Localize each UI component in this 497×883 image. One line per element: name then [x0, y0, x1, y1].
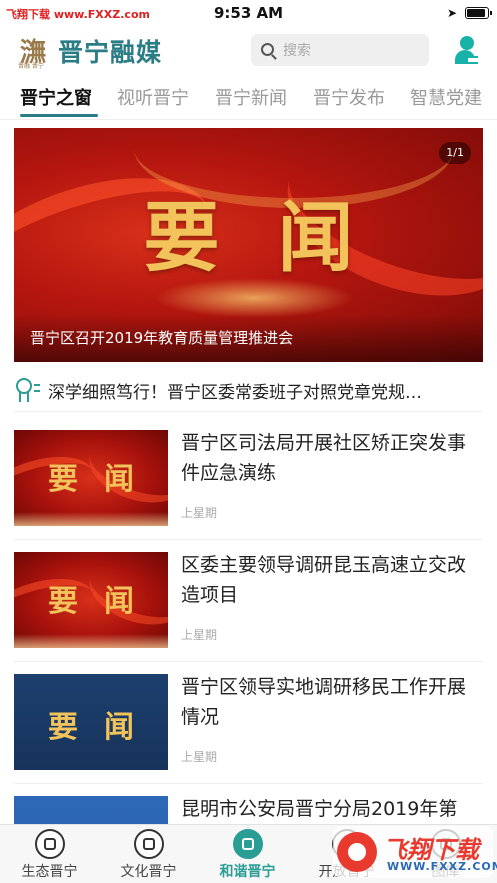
- banner-counter: 1/1: [439, 142, 471, 164]
- banner-title: 要闻: [143, 193, 412, 282]
- app-name: 晋宁融媒: [58, 38, 163, 67]
- watermark-logo-icon: [337, 832, 377, 872]
- tab-party-building[interactable]: 智慧党建: [410, 84, 482, 110]
- news-title: 晋宁区领导实地调研移民工作开展情况: [181, 676, 467, 728]
- app-header: 㶃 晋融 晋宁 晋宁融媒 搜索: [0, 26, 497, 76]
- headline-text: 深学细照笃行！晋宁区委常委班子对照党章党规…: [48, 383, 422, 403]
- nav-harmony[interactable]: 和谐晋宁: [198, 829, 297, 881]
- search-placeholder: 搜索: [283, 43, 311, 59]
- news-thumbnail: 要闻: [14, 674, 168, 770]
- banner-carousel[interactable]: 要闻 1/1 晋宁区召开2019年教育质量管理推进会: [14, 128, 483, 362]
- news-item[interactable]: 要闻 晋宁区领导实地调研移民工作开展情况 上星期: [14, 662, 483, 784]
- tab-news[interactable]: 晋宁新闻: [215, 84, 287, 110]
- battery-icon: [465, 7, 492, 19]
- news-thumbnail: 要闻: [14, 430, 168, 526]
- search-icon: [261, 43, 274, 56]
- nav-label: 文化晋宁: [120, 864, 177, 880]
- thumbnail-text: 要闻: [48, 462, 160, 497]
- search-input[interactable]: 搜索: [251, 34, 429, 66]
- logo-icon: 㶃 晋融 晋宁: [18, 32, 52, 70]
- tab-jinning-window[interactable]: 晋宁之窗: [20, 84, 92, 110]
- news-title: 昆明市公安局晋宁分局2019年第: [181, 798, 458, 820]
- logo-sub-text: 晋融 晋宁: [18, 63, 44, 70]
- tab-release[interactable]: 晋宁发布: [313, 84, 385, 110]
- thumbnail-text: 要闻: [48, 584, 160, 619]
- nav-label: 和谐晋宁: [219, 864, 276, 880]
- nav-label: 生态晋宁: [21, 864, 78, 880]
- nav-culture[interactable]: 文化晋宁: [99, 829, 198, 881]
- status-time: 9:53 AM: [213, 4, 284, 22]
- status-bar: 飞翔下载 www.FXXZ.com 9:53 AM ➤: [0, 0, 497, 26]
- nav-ecology[interactable]: 生态晋宁: [0, 829, 99, 881]
- news-time: 上星期: [181, 506, 218, 520]
- channel-tabs: 晋宁之窗 视听晋宁 晋宁新闻 晋宁发布 智慧党建: [0, 76, 497, 120]
- banner-caption: 晋宁区召开2019年教育质量管理推进会: [30, 329, 294, 347]
- ecology-icon: [34, 829, 65, 859]
- watermark-badge: 飞翔下载 WWW.FXXZ.COM: [333, 826, 497, 878]
- culture-icon: [133, 829, 164, 859]
- active-tab-indicator: [20, 114, 98, 117]
- headline-item[interactable]: 深学细照笃行！晋宁区委常委班子对照党章党规…: [14, 372, 483, 412]
- news-time: 上星期: [181, 628, 218, 642]
- watermark-url: WWW.FXXZ.COM: [387, 860, 497, 873]
- news-item[interactable]: 要闻 区委主要领导调研昆玉高速立交改造项目 上星期: [14, 540, 483, 662]
- news-title: 晋宁区司法局开展社区矫正突发事件应急演练: [181, 432, 467, 484]
- harmony-icon: [232, 829, 263, 859]
- news-title: 区委主要领导调研昆玉高速立交改造项目: [181, 554, 467, 606]
- user-profile-icon[interactable]: [454, 36, 480, 66]
- medal-icon: [14, 376, 40, 404]
- news-time: 上星期: [181, 750, 218, 764]
- tab-audio-visual[interactable]: 视听晋宁: [117, 84, 189, 110]
- thumbnail-text: 要闻: [48, 710, 160, 745]
- news-item[interactable]: 要闻 晋宁区司法局开展社区矫正突发事件应急演练 上星期: [14, 418, 483, 540]
- news-thumbnail: 要闻: [14, 552, 168, 648]
- location-icon: ➤: [446, 6, 457, 20]
